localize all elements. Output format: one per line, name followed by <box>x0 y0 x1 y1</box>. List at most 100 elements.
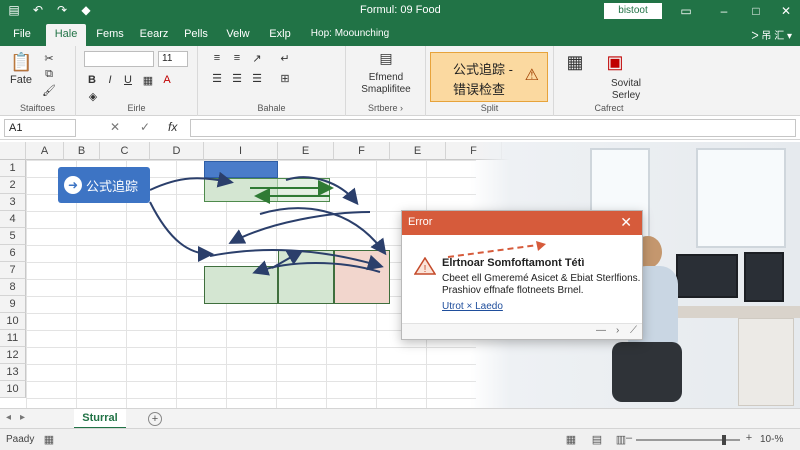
copy-icon[interactable]: ⧉ <box>42 68 56 81</box>
number-group: ▤ Efmend Smaplifitee Srtbere › <box>346 46 426 116</box>
zoom-out-icon[interactable]: – <box>622 432 636 446</box>
align-left-icon[interactable]: ☰ <box>210 72 224 85</box>
dialog-next-icon[interactable]: › <box>616 325 619 336</box>
formula-auditing-button[interactable]: 公式追踪 - 错误检查 ⚠ <box>430 52 548 102</box>
error-check-label: 错误检查 <box>453 82 506 97</box>
trace-formula-label[interactable]: ➜ 公式追踪 <box>58 167 150 203</box>
normal-view-icon[interactable]: ▦ <box>564 433 578 447</box>
enter-icon[interactable]: ✓ <box>140 120 150 134</box>
cut-icon[interactable]: ✂ <box>42 52 56 65</box>
ribbon: 📋 Fate ✂ ⧉ 🖌 Staiftoes 11 B I U ▦ A ◈ Ei… <box>0 46 800 116</box>
font-color-icon[interactable]: A <box>160 74 174 86</box>
paste-icon[interactable]: 📋 <box>10 52 32 74</box>
orientation-icon[interactable]: ↗ <box>250 52 264 65</box>
trace-arrow <box>285 176 359 206</box>
alignment-group: ≡ ≡ ↗ ↵ ☰ ☰ ☰ ⊞ Bahale <box>198 46 346 116</box>
align-middle-icon[interactable]: ≡ <box>230 52 244 64</box>
svg-text:!: ! <box>424 264 427 275</box>
sheet-nav-next-icon[interactable]: ▸ <box>20 412 25 423</box>
chart-icon[interactable]: ▣ <box>604 52 626 73</box>
warning-icon: ⚠ <box>524 67 539 84</box>
share-button[interactable]: ᐳ 吊 汇 ▾ <box>751 27 792 42</box>
italic-icon[interactable]: I <box>104 74 116 86</box>
customize-icon[interactable]: ◆ <box>78 2 94 18</box>
zoom-thumb[interactable] <box>722 435 726 445</box>
zoom-in-icon[interactable]: + <box>742 432 756 446</box>
sheet-tab-bar: ◂ ▸ Sturral + <box>0 408 800 429</box>
fill-color-icon[interactable]: ◈ <box>86 90 100 103</box>
sheet-nav-prev-icon[interactable]: ◂ <box>6 412 11 423</box>
number-format-sub: Smaplifitee <box>361 84 411 95</box>
tab-help[interactable]: Exlp <box>264 24 296 46</box>
account-button[interactable]: bistoot <box>604 3 662 19</box>
status-bar: Paady ▦ ▦ ▤ ▥ – + 10-% <box>0 428 800 450</box>
trace-label-text: 公式追踪 <box>86 179 139 194</box>
zoom-level[interactable]: 10-% <box>760 434 783 445</box>
dialog-close-icon[interactable]: ✕ <box>620 214 632 231</box>
name-box[interactable]: A1 <box>4 119 76 137</box>
clipboard-group-label: Staiftoes <box>19 103 56 113</box>
monitor <box>744 252 784 302</box>
trace-icon: ➜ <box>64 176 82 194</box>
borders-icon[interactable]: ▦ <box>142 74 154 87</box>
wrap-text-icon[interactable]: ↵ <box>278 52 292 65</box>
tab-cells[interactable]: Pells <box>180 24 212 46</box>
font-size-box[interactable]: 11 <box>158 51 188 67</box>
align-right-icon[interactable]: ☰ <box>250 72 264 85</box>
format-painter-icon[interactable]: 🖌 <box>42 84 56 97</box>
sort-label[interactable]: Sovital <box>598 78 654 89</box>
dialog-message: Prashiov effnafe flotneets Brnel. <box>442 285 584 296</box>
formula-input[interactable] <box>190 119 796 137</box>
align-center-icon[interactable]: ☰ <box>230 72 244 85</box>
tab-file[interactable]: File <box>8 24 36 46</box>
number-format-label[interactable]: Efmend <box>346 72 426 83</box>
error-warning-icon: ! <box>414 257 436 275</box>
underline-icon[interactable]: U <box>122 74 134 86</box>
tab-insert[interactable]: Eearz <box>136 24 172 46</box>
minimize-icon[interactable]: – <box>714 2 734 20</box>
formula-auditing-group-label: Split <box>480 103 499 113</box>
align-top-icon[interactable]: ≡ <box>210 52 224 64</box>
dialog-prev-icon[interactable]: — <box>596 325 606 336</box>
clipboard-group: 📋 Fate ✂ ⧉ 🖌 Staiftoes <box>0 46 76 116</box>
page-layout-icon[interactable]: ▤ <box>590 433 604 447</box>
cancel-icon[interactable]: ✕ <box>110 120 120 134</box>
ribbon-display-icon[interactable]: ▭ <box>676 2 696 20</box>
dialog-header: Error ✕ <box>402 211 642 235</box>
sort-sub: Serley <box>611 90 641 101</box>
number-format-icon[interactable]: ▤ <box>376 50 396 67</box>
undo-icon[interactable]: ↶ <box>30 2 46 18</box>
dialog-footer: — › ⟋ <box>402 323 642 339</box>
formula-bar: A1 ✕ ✓ fx <box>0 116 800 140</box>
sheet-tab[interactable]: Sturral <box>74 409 126 429</box>
redo-icon[interactable]: ↷ <box>54 2 70 18</box>
merge-center-icon[interactable]: ⊞ <box>278 72 292 85</box>
drawer-unit <box>738 318 794 406</box>
paste-button[interactable]: Fate <box>6 74 36 86</box>
tab-matching[interactable]: Hop: Moounching Eerz <box>304 24 396 59</box>
document-title: Formul: 09 Food <box>360 4 441 16</box>
close-icon[interactable]: ✕ <box>776 2 796 20</box>
ribbon-tabs: File Hale Fems Eearz Pells Velw Exlp Hop… <box>0 22 800 59</box>
trace-arrow <box>149 171 234 191</box>
number-group-label: Srtbere › <box>367 103 403 113</box>
sort-group-label: Cafrect <box>594 103 624 113</box>
save-icon[interactable]: ▤ <box>6 2 22 18</box>
zoom-slider[interactable] <box>636 435 740 445</box>
accessibility-icon[interactable]: ▦ <box>42 433 56 447</box>
font-group-label: Eirle <box>127 103 146 113</box>
tab-home[interactable]: Hale <box>46 24 86 46</box>
dialog-message: Cbeet ell Gmeremé Asicet & Ebiat Sterlfi… <box>442 273 641 284</box>
add-sheet-icon[interactable]: + <box>148 412 162 426</box>
dialog-link[interactable]: Utrot × Laedo <box>442 301 503 312</box>
bold-icon[interactable]: B <box>86 74 98 86</box>
font-name-box[interactable] <box>84 51 154 67</box>
error-dialog: Error ✕ ! Elrtnoar Somfoftamont Tétì Cbe… <box>401 210 643 340</box>
tab-items[interactable]: Fems <box>92 24 128 46</box>
maximize-icon[interactable]: □ <box>746 2 766 20</box>
dialog-title: Error <box>408 216 433 228</box>
tab-view[interactable]: Velw <box>222 24 254 46</box>
table-icon[interactable]: ▦ <box>564 52 586 73</box>
insert-function-icon[interactable]: fx <box>168 120 177 134</box>
dialog-resize-icon[interactable]: ⟋ <box>630 325 637 336</box>
